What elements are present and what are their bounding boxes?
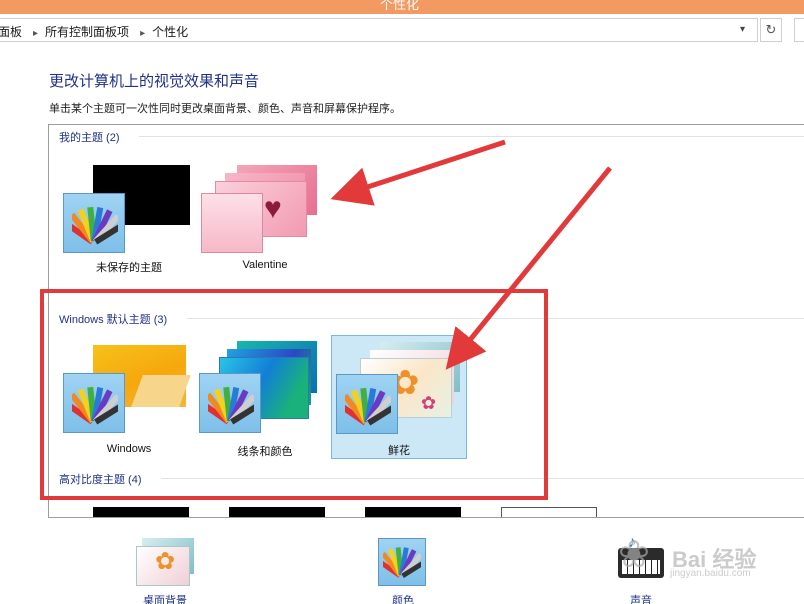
color-palette-icon <box>378 538 426 586</box>
sounds-label: 声音 <box>630 595 652 604</box>
arrow-to-valentine <box>330 139 506 206</box>
annotation-arrows <box>330 139 612 370</box>
watermark: ❀ Bai 经验 jingyan.baidu.com <box>618 534 757 579</box>
arrow-to-flowers <box>445 166 612 370</box>
desktop-background-icon: ✿ <box>136 546 190 586</box>
desktop-background-button[interactable]: ✿ 桌面背景 <box>110 530 220 604</box>
color-button[interactable]: 颜色 <box>348 530 458 604</box>
paw-logo-icon: ❀ <box>618 534 650 576</box>
color-label: 颜色 <box>392 595 414 604</box>
desktop-background-label: 桌面背景 <box>143 595 187 604</box>
